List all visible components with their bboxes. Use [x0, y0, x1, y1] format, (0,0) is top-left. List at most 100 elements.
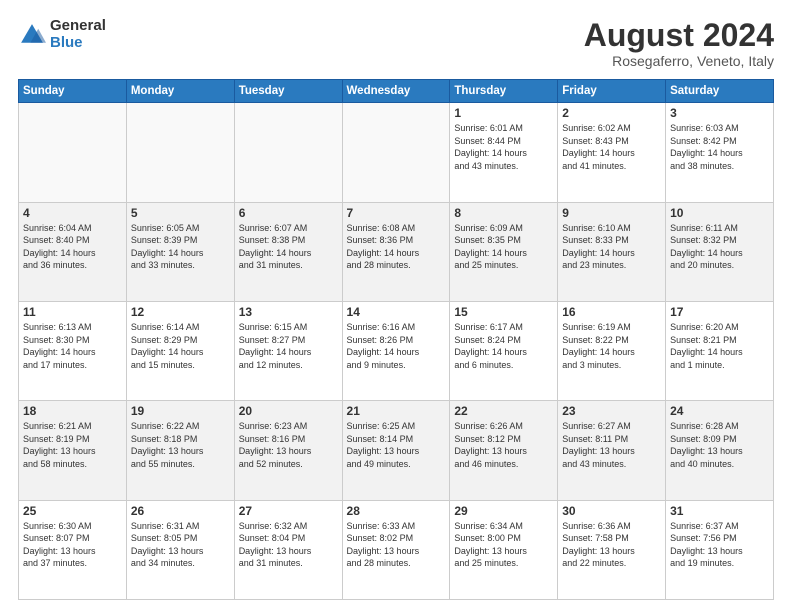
day-info: Sunrise: 6:16 AM Sunset: 8:26 PM Dayligh… — [347, 321, 446, 371]
table-row: 1 Sunrise: 6:01 AM Sunset: 8:44 PM Daylig… — [450, 103, 558, 202]
table-row: 19 Sunrise: 6:22 AM Sunset: 8:18 PM Dayli… — [126, 401, 234, 500]
logo: General Blue — [18, 18, 106, 51]
title-block: August 2024 Rosegaferro, Veneto, Italy — [584, 18, 774, 69]
table-row: 23 Sunrise: 6:27 AM Sunset: 8:11 PM Dayli… — [558, 401, 666, 500]
table-row: 18 Sunrise: 6:21 AM Sunset: 8:19 PM Dayli… — [19, 401, 127, 500]
day-info: Sunrise: 6:19 AM Sunset: 8:22 PM Dayligh… — [562, 321, 661, 371]
location-subtitle: Rosegaferro, Veneto, Italy — [584, 53, 774, 69]
month-year-title: August 2024 — [584, 18, 774, 53]
table-row: 5 Sunrise: 6:05 AM Sunset: 8:39 PM Daylig… — [126, 202, 234, 301]
day-info: Sunrise: 6:30 AM Sunset: 8:07 PM Dayligh… — [23, 520, 122, 570]
day-number: 13 — [239, 305, 338, 319]
day-number: 10 — [670, 206, 769, 220]
day-number: 26 — [131, 504, 230, 518]
logo-icon — [18, 21, 46, 49]
day-info: Sunrise: 6:05 AM Sunset: 8:39 PM Dayligh… — [131, 222, 230, 272]
day-number: 18 — [23, 404, 122, 418]
day-info: Sunrise: 6:08 AM Sunset: 8:36 PM Dayligh… — [347, 222, 446, 272]
table-row: 8 Sunrise: 6:09 AM Sunset: 8:35 PM Daylig… — [450, 202, 558, 301]
day-number: 15 — [454, 305, 553, 319]
table-row: 22 Sunrise: 6:26 AM Sunset: 8:12 PM Dayli… — [450, 401, 558, 500]
day-info: Sunrise: 6:07 AM Sunset: 8:38 PM Dayligh… — [239, 222, 338, 272]
col-friday: Friday — [558, 80, 666, 103]
day-number: 1 — [454, 106, 553, 120]
table-row: 9 Sunrise: 6:10 AM Sunset: 8:33 PM Daylig… — [558, 202, 666, 301]
table-row: 24Sunrise: 6:28 AM Sunset: 8:09 PM Dayli… — [666, 401, 774, 500]
day-info: Sunrise: 6:28 AM Sunset: 8:09 PM Dayligh… — [670, 420, 769, 470]
col-sunday: Sunday — [19, 80, 127, 103]
table-row: 2Sunrise: 6:02 AM Sunset: 8:43 PM Daylig… — [558, 103, 666, 202]
table-row: 10 Sunrise: 6:11 AM Sunset: 8:32 PM Dayli… — [666, 202, 774, 301]
table-row: 7 Sunrise: 6:08 AM Sunset: 8:36 PM Daylig… — [342, 202, 450, 301]
day-info: Sunrise: 6:11 AM Sunset: 8:32 PM Dayligh… — [670, 222, 769, 272]
day-number: 27 — [239, 504, 338, 518]
table-row: 16 Sunrise: 6:19 AM Sunset: 8:22 PM Dayli… — [558, 301, 666, 400]
day-info: Sunrise: 6:21 AM Sunset: 8:19 PM Dayligh… — [23, 420, 122, 470]
day-info: Sunrise: 6:26 AM Sunset: 8:12 PM Dayligh… — [454, 420, 553, 470]
day-info: Sunrise: 6:27 AM Sunset: 8:11 PM Dayligh… — [562, 420, 661, 470]
day-number: 4 — [23, 206, 122, 220]
day-number: 30 — [562, 504, 661, 518]
table-row: 31 Sunrise: 6:37 AM Sunset: 7:56 PM Dayli… — [666, 500, 774, 599]
day-info: Sunrise: 6:10 AM Sunset: 8:33 PM Dayligh… — [562, 222, 661, 272]
calendar-week-row: 11Sunrise: 6:13 AM Sunset: 8:30 PM Dayli… — [19, 301, 774, 400]
calendar-week-row: 4 Sunrise: 6:04 AM Sunset: 8:40 PM Daylig… — [19, 202, 774, 301]
day-number: 19 — [131, 404, 230, 418]
table-row: 27 Sunrise: 6:32 AM Sunset: 8:04 PM Dayli… — [234, 500, 342, 599]
calendar-week-row: 1 Sunrise: 6:01 AM Sunset: 8:44 PM Daylig… — [19, 103, 774, 202]
col-wednesday: Wednesday — [342, 80, 450, 103]
day-info: Sunrise: 6:14 AM Sunset: 8:29 PM Dayligh… — [131, 321, 230, 371]
table-row: 17 Sunrise: 6:20 AM Sunset: 8:21 PM Dayli… — [666, 301, 774, 400]
table-row: 4 Sunrise: 6:04 AM Sunset: 8:40 PM Daylig… — [19, 202, 127, 301]
calendar-header-row: Sunday Monday Tuesday Wednesday Thursday… — [19, 80, 774, 103]
day-number: 16 — [562, 305, 661, 319]
day-info: Sunrise: 6:34 AM Sunset: 8:00 PM Dayligh… — [454, 520, 553, 570]
table-row: 6 Sunrise: 6:07 AM Sunset: 8:38 PM Daylig… — [234, 202, 342, 301]
day-info: Sunrise: 6:22 AM Sunset: 8:18 PM Dayligh… — [131, 420, 230, 470]
day-number: 29 — [454, 504, 553, 518]
col-thursday: Thursday — [450, 80, 558, 103]
day-info: Sunrise: 6:02 AM Sunset: 8:43 PM Dayligh… — [562, 122, 661, 172]
day-info: Sunrise: 6:36 AM Sunset: 7:58 PM Dayligh… — [562, 520, 661, 570]
day-number: 3 — [670, 106, 769, 120]
day-number: 20 — [239, 404, 338, 418]
day-number: 7 — [347, 206, 446, 220]
day-number: 9 — [562, 206, 661, 220]
day-info: Sunrise: 6:20 AM Sunset: 8:21 PM Dayligh… — [670, 321, 769, 371]
logo-general-text: General — [50, 18, 106, 35]
col-monday: Monday — [126, 80, 234, 103]
day-number: 14 — [347, 305, 446, 319]
day-info: Sunrise: 6:33 AM Sunset: 8:02 PM Dayligh… — [347, 520, 446, 570]
day-number: 6 — [239, 206, 338, 220]
table-row: 14 Sunrise: 6:16 AM Sunset: 8:26 PM Dayli… — [342, 301, 450, 400]
table-row: 25Sunrise: 6:30 AM Sunset: 8:07 PM Dayli… — [19, 500, 127, 599]
day-info: Sunrise: 6:09 AM Sunset: 8:35 PM Dayligh… — [454, 222, 553, 272]
calendar-week-row: 25Sunrise: 6:30 AM Sunset: 8:07 PM Dayli… — [19, 500, 774, 599]
table-row: 15 Sunrise: 6:17 AM Sunset: 8:24 PM Dayli… — [450, 301, 558, 400]
logo-blue-text: Blue — [50, 35, 106, 52]
table-row: 29 Sunrise: 6:34 AM Sunset: 8:00 PM Dayli… — [450, 500, 558, 599]
table-row: 12 Sunrise: 6:14 AM Sunset: 8:29 PM Dayli… — [126, 301, 234, 400]
day-info: Sunrise: 6:32 AM Sunset: 8:04 PM Dayligh… — [239, 520, 338, 570]
calendar-table: Sunday Monday Tuesday Wednesday Thursday… — [18, 79, 774, 600]
day-info: Sunrise: 6:04 AM Sunset: 8:40 PM Dayligh… — [23, 222, 122, 272]
day-number: 22 — [454, 404, 553, 418]
day-number: 5 — [131, 206, 230, 220]
day-number: 23 — [562, 404, 661, 418]
col-tuesday: Tuesday — [234, 80, 342, 103]
day-number: 12 — [131, 305, 230, 319]
table-row: 3Sunrise: 6:03 AM Sunset: 8:42 PM Daylig… — [666, 103, 774, 202]
table-row: 30 Sunrise: 6:36 AM Sunset: 7:58 PM Dayli… — [558, 500, 666, 599]
day-info: Sunrise: 6:17 AM Sunset: 8:24 PM Dayligh… — [454, 321, 553, 371]
day-info: Sunrise: 6:37 AM Sunset: 7:56 PM Dayligh… — [670, 520, 769, 570]
day-info: Sunrise: 6:23 AM Sunset: 8:16 PM Dayligh… — [239, 420, 338, 470]
table-row: 26 Sunrise: 6:31 AM Sunset: 8:05 PM Dayli… — [126, 500, 234, 599]
day-info: Sunrise: 6:15 AM Sunset: 8:27 PM Dayligh… — [239, 321, 338, 371]
day-number: 17 — [670, 305, 769, 319]
day-number: 8 — [454, 206, 553, 220]
day-number: 31 — [670, 504, 769, 518]
table-row — [19, 103, 127, 202]
table-row: 11Sunrise: 6:13 AM Sunset: 8:30 PM Dayli… — [19, 301, 127, 400]
day-info: Sunrise: 6:31 AM Sunset: 8:05 PM Dayligh… — [131, 520, 230, 570]
day-info: Sunrise: 6:01 AM Sunset: 8:44 PM Dayligh… — [454, 122, 553, 172]
